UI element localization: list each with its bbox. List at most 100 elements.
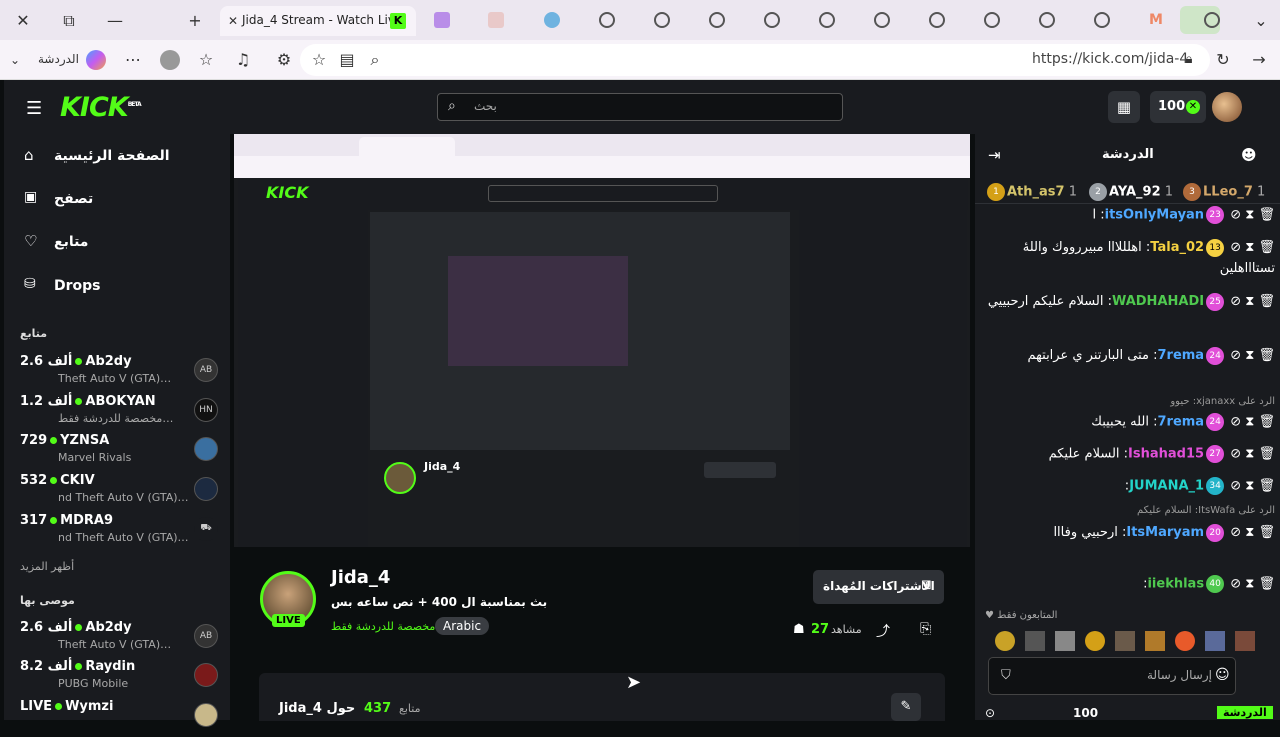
puzzle-icon[interactable]: ⚙ xyxy=(273,49,295,71)
globe-icon[interactable] xyxy=(1204,12,1220,28)
chat-message[interactable]: 🗑 ⧗ ⊘ 13Tala_02: اهلللااا مبيررووك والله… xyxy=(985,237,1275,279)
copilot-chat-label[interactable]: الدردشة xyxy=(38,52,79,66)
emote-icon[interactable] xyxy=(995,631,1015,651)
globe-icon[interactable] xyxy=(764,12,780,28)
search-input[interactable]: ⌕ بحث xyxy=(437,93,843,121)
chat-message[interactable]: 🗑 ⧗ ⊘ 20ItsMaryam: ارحبيي وفااا xyxy=(985,522,1275,544)
active-tab[interactable]: ✕ Jida_4 Stream - Watch Live K xyxy=(220,6,416,36)
emote-icon[interactable] xyxy=(1055,631,1075,651)
chevron-down-icon[interactable]: ⌄ xyxy=(1250,10,1272,32)
more-icon[interactable]: ⋯ xyxy=(122,49,144,71)
chat-message[interactable]: 🗑 ⧗ ⊘ 40iiekhlas: xyxy=(985,575,1275,593)
channel-avatar: ⛟ xyxy=(194,517,218,541)
gifter[interactable]: 3 LLeo_7 1 xyxy=(1181,183,1265,201)
tab-favicon-icon[interactable] xyxy=(488,12,504,28)
heart-icon: ♡ xyxy=(24,232,38,250)
globe-icon[interactable] xyxy=(599,12,615,28)
info-icon[interactable]: ⊙ xyxy=(985,706,995,720)
gift-subs-button[interactable]: الاشتراكات المُهداة ⊞ xyxy=(813,570,944,604)
copilot-icon[interactable] xyxy=(86,50,106,70)
new-tab-icon[interactable]: + xyxy=(184,10,206,32)
globe-icon[interactable] xyxy=(1094,12,1110,28)
restore-icon[interactable]: ⧉ xyxy=(58,10,80,32)
sidebar-channel[interactable]: 729 YZNSA Marvel Rivals xyxy=(4,433,230,471)
globe-icon[interactable] xyxy=(654,12,670,28)
gifter[interactable]: 1 Ath_as7 1 xyxy=(985,183,1077,201)
edit-icon[interactable]: ✎ xyxy=(891,693,921,721)
sidebar-channel[interactable]: 2.6 ألف Ab2dy Theft Auto V (GTA)… AB xyxy=(4,620,230,658)
chat-message[interactable]: 🗑 ⧗ ⊘ 25WADHAHADI: السلام عليكم ارحبييي xyxy=(985,291,1275,312)
globe-icon[interactable] xyxy=(1039,12,1055,28)
emote-strip[interactable] xyxy=(995,629,1265,651)
url-field[interactable]: ☆ ▤ ⌕ https://kick.com/jida-4 🔒︎ xyxy=(300,44,1210,76)
emoji-icon[interactable]: ☺ xyxy=(1215,667,1230,683)
reader-icon[interactable]: ▤ xyxy=(336,49,358,71)
add-favorite-icon[interactable]: ☆ xyxy=(308,49,330,71)
clip-icon[interactable]: ⎘ xyxy=(920,621,931,637)
sidebar-channel[interactable]: 2.6 ألف Ab2dy Theft Auto V (GTA)… AB xyxy=(4,354,230,392)
globe-icon[interactable] xyxy=(984,12,1000,28)
chat-footer: ⊙ 100 الدردشة xyxy=(985,706,1275,720)
chevron-down-icon[interactable]: ⌄ xyxy=(4,49,26,71)
chat-message[interactable]: 🗑 ⧗ ⊘ 23itsOnlyMayan: ا xyxy=(985,206,1275,224)
chat-username[interactable]: 1_JUMANA xyxy=(1129,479,1204,494)
chat-username[interactable]: Tala_02 xyxy=(1150,240,1204,255)
sidebar-channel[interactable]: 1.2 ألف ABOKYAN مخصصة للدردشة فقط… HN xyxy=(4,394,230,432)
show-more-link[interactable]: أظهر المزيد xyxy=(20,560,74,573)
chat-username[interactable]: iiekhlas xyxy=(1147,577,1204,592)
minimize-icon[interactable]: — xyxy=(104,10,126,32)
chat-username[interactable]: 7rema xyxy=(1157,348,1204,363)
globe-icon[interactable] xyxy=(929,12,945,28)
dashboard-icon[interactable]: ▦ xyxy=(1108,91,1140,123)
chat-message[interactable]: 🗑 ⧗ ⊘ 27Ishahad15: السلام عليكم xyxy=(985,445,1275,463)
share-icon[interactable]: ⤴ xyxy=(876,621,890,641)
arrow-right-icon[interactable]: → xyxy=(1248,49,1270,71)
chat-message[interactable]: 🗑 ⧗ ⊘ 247rema: الله يحبيبك xyxy=(985,413,1275,431)
extensions-icon[interactable]: ♫ xyxy=(232,49,254,71)
refresh-icon[interactable]: ↻ xyxy=(1212,49,1234,71)
chat-input[interactable]: ⛉ إرسال رسالة ☺ xyxy=(988,657,1236,695)
emote-icon[interactable] xyxy=(1025,631,1045,651)
tab-favicon-icon[interactable] xyxy=(434,12,450,28)
channel-line: 532 CKIV xyxy=(20,473,95,488)
kick-logo[interactable]: KICKBETA xyxy=(60,92,142,123)
chat-username[interactable]: Ishahad15 xyxy=(1128,447,1204,462)
gifter[interactable]: 2 AYA_92 1 xyxy=(1087,183,1173,201)
tab-close-icon[interactable]: ✕ xyxy=(222,10,244,32)
globe-icon[interactable] xyxy=(874,12,890,28)
emote-icon[interactable] xyxy=(1145,631,1165,651)
sidebar-channel[interactable]: 532 CKIV nd Theft Auto V (GTA)… xyxy=(4,473,230,511)
user-avatar[interactable] xyxy=(1212,92,1242,122)
chat-username[interactable]: 7rema xyxy=(1157,415,1204,430)
chat-username[interactable]: itsOnlyMayan xyxy=(1105,208,1204,223)
sidebar-channel[interactable]: LIVE Wymzi xyxy=(4,699,230,737)
stream-category[interactable]: مخصصة للدردشة فقط xyxy=(331,620,435,633)
favorites-icon[interactable]: ☆ xyxy=(195,49,217,71)
globe-icon[interactable] xyxy=(709,12,725,28)
profile-icon[interactable] xyxy=(160,50,180,70)
menu-icon[interactable]: ☰ xyxy=(26,98,42,119)
chat-message[interactable]: 🗑 ⧗ ⊘ 341_JUMANA: xyxy=(985,477,1275,495)
emote-icon[interactable] xyxy=(1175,631,1195,651)
emote-icon[interactable] xyxy=(1235,631,1255,651)
emote-icon[interactable] xyxy=(1085,631,1105,651)
send-button[interactable]: الدردشة xyxy=(1209,706,1275,720)
chat-username[interactable]: WADHAHADI xyxy=(1112,294,1204,309)
collapse-chat-icon[interactable]: ⇥ xyxy=(988,146,1001,164)
sidebar-channel[interactable]: 317 MDRA9 nd Theft Auto V (GTA)… ⛟ xyxy=(4,513,230,551)
video-player[interactable]: KICK Jida_4 xyxy=(234,134,970,547)
channel-name[interactable]: Jida_4 xyxy=(331,567,390,588)
users-icon[interactable]: ☻ xyxy=(1241,146,1257,164)
chat-message[interactable]: 🗑 ⧗ ⊘ 247rema: متى البارتنر ي عرابتهم xyxy=(985,345,1275,366)
sidebar-channel[interactable]: 8.2 ألف Raydin PUBG Mobile xyxy=(4,659,230,697)
telegram-icon[interactable] xyxy=(544,12,560,28)
emote-icon[interactable] xyxy=(1115,631,1135,651)
points-button[interactable]: 100 ✕ xyxy=(1150,91,1206,123)
gmail-icon[interactable]: M xyxy=(1149,12,1165,28)
emote-icon[interactable] xyxy=(1205,631,1225,651)
chat-username[interactable]: ItsMaryam xyxy=(1126,525,1204,540)
language-tag[interactable]: Arabic xyxy=(435,617,490,635)
globe-icon[interactable] xyxy=(819,12,835,28)
close-window-icon[interactable]: ✕ xyxy=(12,10,34,32)
search-icon[interactable]: ⌕ xyxy=(364,49,386,71)
